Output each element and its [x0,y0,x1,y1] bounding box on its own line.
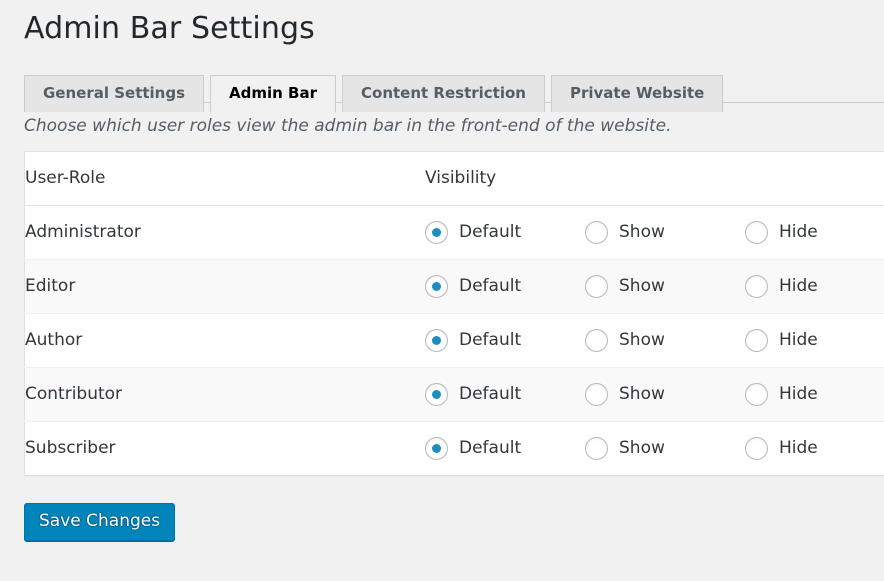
radio-label: Default [459,329,522,350]
column-header-visibility: Visibility [425,151,884,206]
radio-label: Show [619,329,665,350]
user-role-visibility-table-wrapper: User-Role Visibility Administrator Defaul… [24,150,884,476]
radio-label: Hide [779,221,818,242]
tab-admin-bar[interactable]: Admin Bar [210,75,337,113]
radio-label: Show [619,221,665,242]
radio-option-hide[interactable]: Hide [745,274,884,298]
user-role-visibility-table: User-Role Visibility Administrator Defaul… [24,150,884,476]
tab-private-website[interactable]: Private Website [550,75,724,112]
radio-default-icon[interactable] [425,220,448,244]
radio-default-icon[interactable] [425,274,448,298]
radio-hide-icon[interactable] [745,328,768,352]
radio-label: Hide [779,383,818,404]
cell-visibility: Default Show Hide [425,366,884,422]
radio-option-show[interactable]: Show [585,436,745,460]
radio-label: Default [459,221,522,242]
radio-show-icon[interactable] [585,382,608,406]
settings-tab-bar: General Settings Admin Bar Content Restric… [24,65,884,113]
radio-label: Default [459,437,522,458]
radio-hide-icon[interactable] [745,274,768,298]
table-head: User-Role Visibility [24,151,884,206]
table-row: Author Default Show Hide [24,312,884,368]
radio-label: Show [619,383,665,404]
radio-option-hide[interactable]: Hide [745,382,884,406]
page-title: Admin Bar Settings [24,11,315,46]
cell-user-role: Contributor [24,366,425,422]
radio-group-visibility: Default Show Hide [425,328,884,352]
radio-hide-icon[interactable] [745,436,768,460]
radio-group-visibility: Default Show Hide [425,436,884,460]
table-row: Contributor Default Show Hide [24,366,884,422]
cell-visibility: Default Show Hide [425,205,884,259]
tab-content-restriction[interactable]: Content Restriction [342,75,545,112]
cell-user-role: Subscriber [24,420,425,476]
radio-default-icon[interactable] [425,382,448,406]
radio-default-icon[interactable] [425,328,448,352]
radio-group-visibility: Default Show Hide [425,274,884,298]
cell-user-role: Author [24,312,425,368]
radio-option-show[interactable]: Show [585,274,745,298]
radio-show-icon[interactable] [585,274,608,298]
radio-label: Show [619,275,665,296]
table-header-row: User-Role Visibility [24,151,884,206]
radio-option-show[interactable]: Show [585,220,745,244]
radio-label: Default [459,275,522,296]
table-row: Subscriber Default Show Hide [24,420,884,476]
admin-settings-page: Admin Bar Settings General Settings Admin… [0,0,884,581]
table-row: Administrator Default Show Hide [24,205,884,260]
cell-visibility: Default Show Hide [425,312,884,368]
radio-option-show[interactable]: Show [585,382,745,406]
radio-option-default[interactable]: Default [425,382,585,406]
radio-show-icon[interactable] [585,328,608,352]
cell-user-role: Editor [24,258,425,314]
radio-label: Hide [779,329,818,350]
tab-general-settings[interactable]: General Settings [24,75,205,112]
save-changes-button[interactable]: Save Changes [24,502,176,542]
radio-label: Hide [779,437,818,458]
cell-visibility: Default Show Hide [425,420,884,476]
radio-option-default[interactable]: Default [425,274,585,298]
radio-label: Hide [779,275,818,296]
radio-option-default[interactable]: Default [425,328,585,352]
radio-option-show[interactable]: Show [585,328,745,352]
column-header-user-role: User-Role [24,151,425,206]
radio-show-icon[interactable] [585,220,608,244]
radio-hide-icon[interactable] [745,382,768,406]
radio-option-hide[interactable]: Hide [745,220,884,244]
page-description: Choose which user roles view the admin b… [24,116,672,136]
radio-option-default[interactable]: Default [425,436,585,460]
radio-hide-icon[interactable] [745,220,768,244]
cell-user-role: Administrator [25,222,141,243]
table-row: Editor Default Show Hide [24,258,884,314]
radio-group-visibility: Default Show Hide [425,382,884,406]
radio-option-default[interactable]: Default [425,220,585,244]
radio-show-icon[interactable] [585,436,608,460]
radio-default-icon[interactable] [425,436,448,460]
radio-option-hide[interactable]: Hide [745,436,884,460]
radio-option-hide[interactable]: Hide [745,328,884,352]
cell-visibility: Default Show Hide [425,258,884,314]
radio-label: Show [619,437,665,458]
radio-label: Default [459,383,522,404]
table-body: Administrator Default Show Hide Editor Defaul… [24,205,884,476]
submit-area: Save Changes [24,502,884,542]
radio-group-visibility: Default Show Hide [425,220,884,244]
